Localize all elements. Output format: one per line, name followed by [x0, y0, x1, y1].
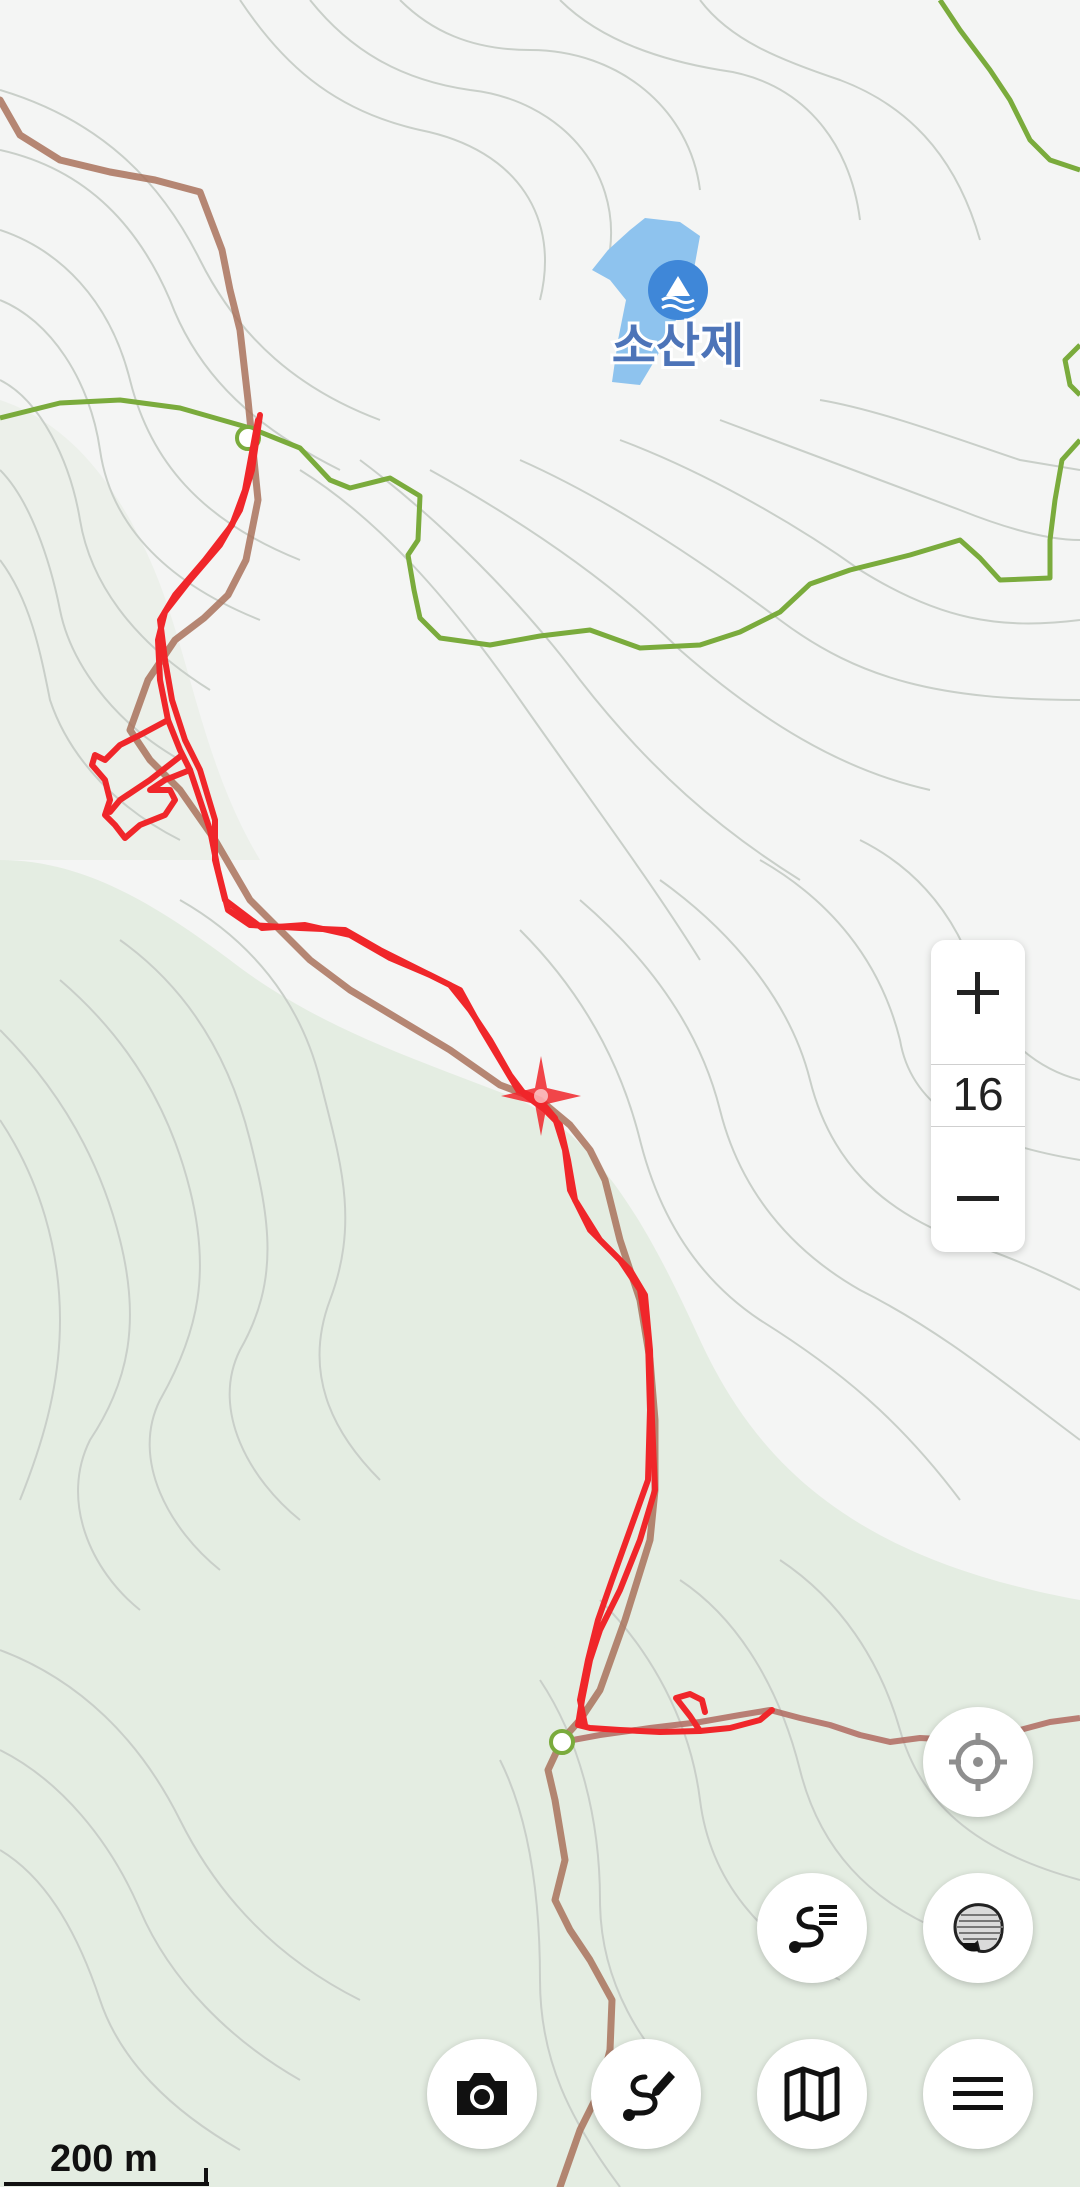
zoom-control: 16 — [931, 940, 1025, 1252]
layers-button[interactable] — [923, 1873, 1033, 1983]
map-canvas[interactable]: 소산제 — [0, 0, 1080, 2187]
scale-bar: 200 m — [4, 2138, 209, 2187]
camera-icon — [457, 2073, 507, 2115]
route-edit-button[interactable] — [591, 2039, 701, 2149]
camera-button[interactable] — [427, 2039, 537, 2149]
map-select-button[interactable] — [757, 2039, 867, 2149]
zoom-divider-bottom — [931, 1126, 1025, 1127]
route-list-icon — [789, 1905, 837, 1953]
scale-tick — [204, 2168, 208, 2186]
scale-line — [4, 2182, 209, 2186]
menu-button[interactable] — [923, 2039, 1033, 2149]
zoom-out-button[interactable] — [931, 1146, 1025, 1252]
trail-junction-south — [549, 1729, 575, 1755]
crosshair-icon — [949, 1733, 1007, 1791]
scale-label: 200 m — [50, 2138, 158, 2180]
folded-map-icon — [784, 2066, 840, 2122]
zoom-level: 16 — [952, 1068, 1004, 1120]
boundary-lines — [0, 0, 1080, 651]
hamburger-menu-icon — [953, 2077, 1003, 2110]
plus-icon — [957, 972, 999, 1014]
lake-icon — [648, 260, 708, 320]
zoom-in-button[interactable] — [931, 940, 1025, 1046]
lake-label: 소산제 — [612, 318, 744, 374]
track-list-button[interactable] — [757, 1873, 867, 1983]
minus-icon — [957, 1196, 999, 1201]
layers-icon — [953, 1903, 1004, 1953]
route-edit-icon — [623, 2071, 675, 2121]
locate-button[interactable] — [923, 1707, 1033, 1817]
